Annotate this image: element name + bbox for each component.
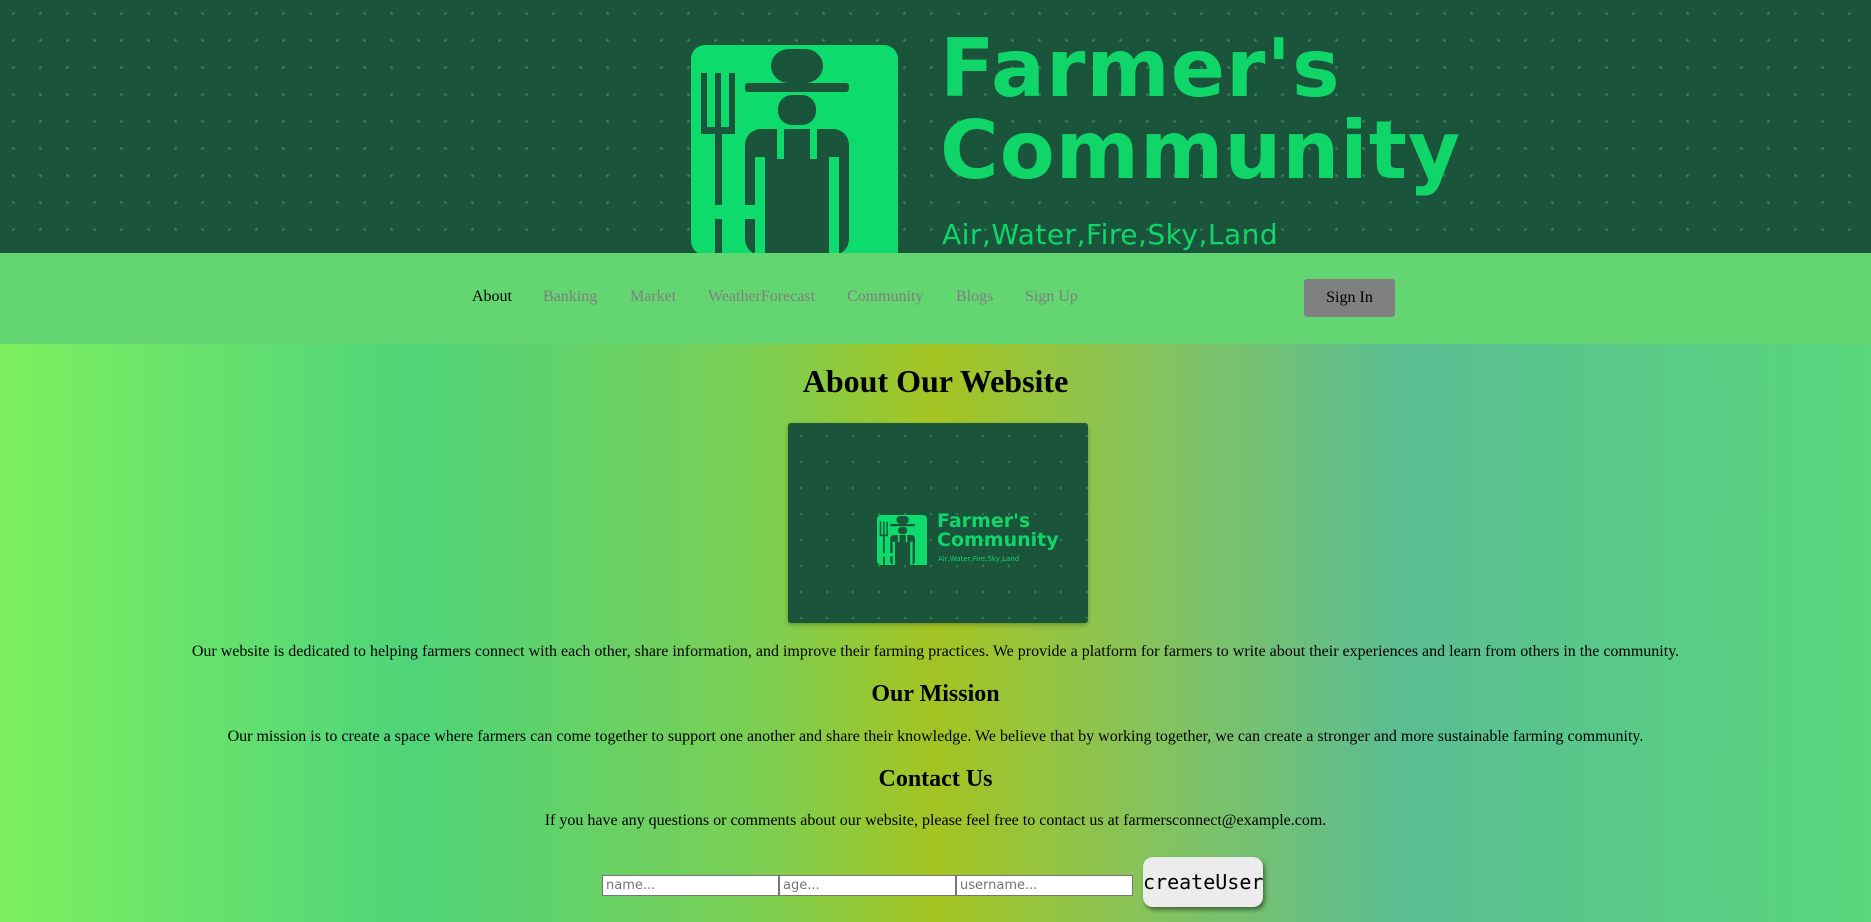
- contact-heading: Contact Us: [878, 766, 993, 792]
- username-input[interactable]: [956, 875, 1133, 896]
- site-banner: Farmer's Community Air,Water,Fire,Sky,La…: [0, 0, 1871, 253]
- mini-logo-title-line2: Community: [937, 529, 1059, 551]
- main-nav: About Banking Market WeatherForecast Com…: [0, 253, 1871, 344]
- mission-paragraph: Our mission is to create a space where f…: [227, 728, 1644, 745]
- farmer-logo-icon: [691, 45, 898, 253]
- mini-farmer-logo-icon: [877, 515, 927, 565]
- sign-in-button[interactable]: Sign In: [1304, 279, 1395, 317]
- intro-paragraph: Our website is dedicated to helping farm…: [191, 643, 1680, 660]
- mission-heading: Our Mission: [871, 681, 1000, 707]
- nav-link-community[interactable]: Community: [847, 288, 923, 306]
- mini-logo-tagline: Air,Water,Fire,Sky,Land: [938, 555, 1020, 563]
- nav-link-about[interactable]: About: [472, 288, 512, 306]
- name-input[interactable]: [602, 875, 779, 896]
- create-user-button[interactable]: createUser: [1143, 857, 1263, 907]
- nav-link-weatherforecast[interactable]: WeatherForecast: [708, 288, 815, 306]
- contact-paragraph: If you have any questions or comments ab…: [544, 812, 1327, 829]
- nav-link-sign-up[interactable]: Sign Up: [1025, 288, 1078, 306]
- logo-tagline: Air,Water,Fire,Sky,Land: [942, 218, 1279, 251]
- logo-title-line1: Farmer's: [940, 22, 1341, 115]
- page-title: About Our Website: [802, 363, 1069, 399]
- age-input[interactable]: [779, 875, 956, 896]
- about-logo-image: Farmer's Community Air,Water,Fire,Sky,La…: [788, 423, 1088, 623]
- logo-title-line2: Community: [940, 104, 1462, 197]
- nav-link-market[interactable]: Market: [630, 288, 676, 306]
- logo-wordmark: Farmer's Community: [940, 28, 1461, 192]
- nav-link-banking[interactable]: Banking: [543, 288, 597, 306]
- mini-logo-wordmark: Farmer's Community: [937, 512, 1059, 550]
- nav-link-blogs[interactable]: Blogs: [956, 288, 993, 306]
